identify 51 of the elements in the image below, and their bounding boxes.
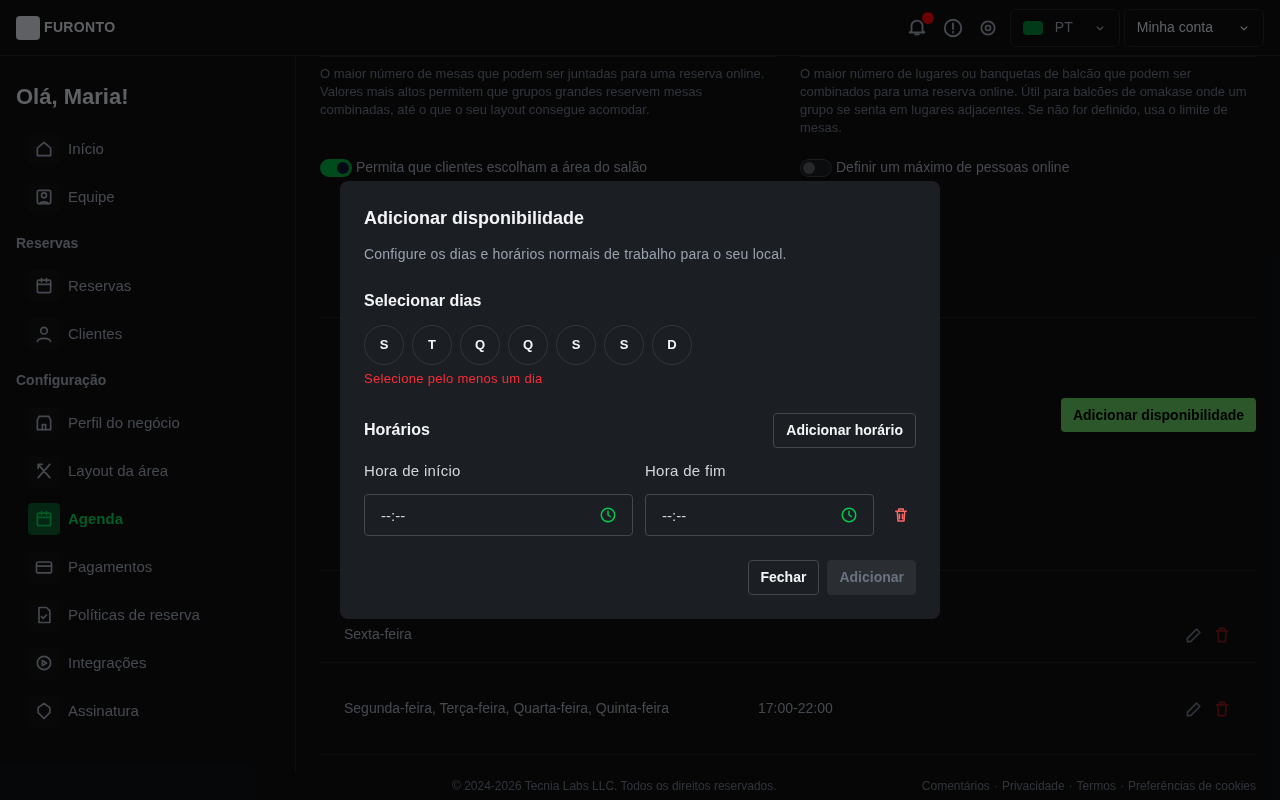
logo-text: FURONTO [44,18,116,37]
sidebar-item[interactable]: Clientes [16,310,279,358]
toggle-label: Definir um máximo de pessoas online [836,158,1070,177]
calendar-icon [34,509,54,529]
separator-dot: · [1068,778,1073,795]
home-icon [34,139,54,159]
toggle-switch[interactable] [320,158,352,177]
sidebar-item[interactable]: Início [16,125,279,173]
separator-dot: · [993,778,998,795]
add-hours-button[interactable]: Adicionar horário [773,412,916,448]
section-heading: Configuração [16,371,108,390]
sidebar-item[interactable]: Políticas de reserva [16,591,279,639]
field-label: Hora de fim [645,460,727,481]
close-button[interactable]: Fechar [747,560,820,595]
greeting: Olá, Maria! [16,83,130,111]
language-selector[interactable]: PT [1009,8,1120,47]
sidebar-item[interactable]: Equipe [16,173,279,221]
sidebar-item[interactable]: Assinatura [16,687,279,735]
calendar-icon [34,276,54,296]
clock-icon [840,506,859,524]
logo-icon [16,15,40,40]
user-icon [34,324,54,344]
badge-icon [34,701,54,721]
sidebar-item[interactable]: Layout da área [16,447,279,495]
separator-dot: · [1119,778,1124,795]
clock-icon [599,506,617,524]
toggle-switch[interactable] [800,158,832,177]
toggle-label: Permita que clientes escolham a área do salão [356,158,648,177]
store-icon [34,413,54,433]
error-message: Selecione pelo menos um dia [364,370,544,388]
section-label: Selecionar dias [364,291,483,311]
help-icon [941,16,964,39]
flag-icon [1022,20,1043,35]
team-icon [34,187,54,207]
sidebar-item[interactable]: Pagamentos [16,543,279,591]
sidebar-item[interactable]: Perfil do negócio [16,399,279,447]
sidebar-item[interactable]: Agenda [16,495,279,543]
account-menu[interactable]: Minha conta [1123,8,1264,47]
days-cell-text: Sexta-feira [344,625,413,644]
days-cell-text: Segunda-feira, Terça-feira, Quarta-feira, Quinta-feira [344,699,670,718]
add-availability-button[interactable]: Adicionar disponibilidade [1060,398,1256,432]
field-label: Hora de início [364,460,462,481]
section-label: Horários [364,420,430,440]
hours-cell-text: 17:00-22:00 [758,699,833,718]
dialog-title: Adicionar disponibilidade [364,207,586,230]
sidebar-item[interactable]: Integrações [16,639,279,687]
time-input[interactable]: --:-- [364,494,633,536]
time-input[interactable]: --:-- [645,494,875,536]
sidebar-item[interactable]: Reservas [16,262,279,310]
section-heading: Reservas [16,234,80,253]
dialog-description: Configure os dias e horários normais de trabalho para o seu local. [364,245,788,264]
